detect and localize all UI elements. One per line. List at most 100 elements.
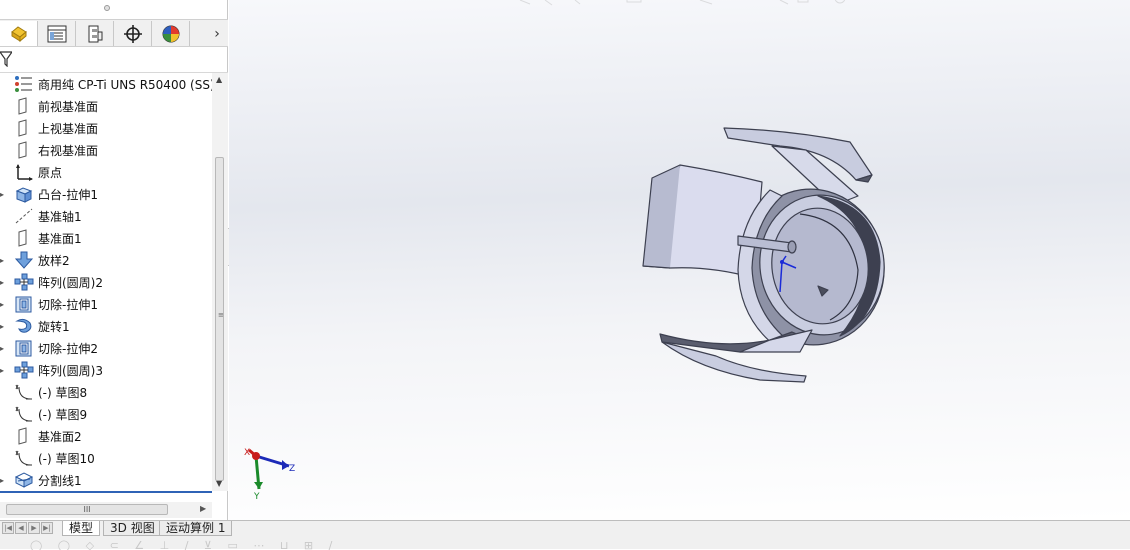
heads-up-toolbar[interactable] bbox=[519, 0, 846, 6]
model-part[interactable] bbox=[642, 127, 894, 383]
tree-item-label: 旋转1 bbox=[38, 320, 70, 334]
last-tab-icon[interactable]: ▶| bbox=[41, 522, 53, 534]
expand-arrow-icon[interactable]: ▸ bbox=[0, 300, 6, 309]
filter-icon[interactable] bbox=[0, 51, 12, 67]
expand-arrow-icon[interactable]: ▸ bbox=[0, 322, 6, 331]
tree-item[interactable]: (-) 草图10 bbox=[0, 447, 212, 469]
tree-item[interactable]: (-) 草图9 bbox=[0, 403, 212, 425]
dimxpert-icon bbox=[123, 24, 142, 43]
tree-item[interactable]: ▸ 放样2 bbox=[0, 249, 212, 271]
view-orientation-triad[interactable]: X Z Y bbox=[244, 448, 295, 502]
tree-item-label: 右视基准面 bbox=[38, 144, 99, 158]
sketch-icon bbox=[14, 405, 34, 423]
expand-arrow-icon[interactable]: ▸ bbox=[0, 256, 6, 265]
feature-manager-panel: › 商用纯 CP-Ti UNS R50400 (SS) 前视基准面上视基准面右视基… bbox=[0, 0, 228, 520]
tree-item-label: 阵列(圆周)3 bbox=[38, 364, 103, 378]
model-canvas[interactable]: X Z Y bbox=[229, 0, 1130, 520]
tree-item[interactable]: 右视基准面 bbox=[0, 139, 212, 161]
material-icon bbox=[14, 75, 34, 93]
tab-featuremanager[interactable] bbox=[0, 21, 38, 46]
manager-tabbar: › bbox=[0, 19, 228, 47]
tree-item-label: 凸台-拉伸1 bbox=[38, 188, 98, 202]
tree-item-label: 阵列(圆周)2 bbox=[38, 276, 103, 290]
tree-item[interactable]: 原点 bbox=[0, 161, 212, 183]
horizontal-scroll-thumb[interactable]: III bbox=[6, 504, 168, 515]
tree-item[interactable]: ▸ 分割线1 bbox=[0, 469, 212, 491]
tree-item[interactable]: ▸ 阵列(圆周)3 bbox=[0, 359, 212, 381]
plane-icon bbox=[14, 119, 34, 137]
tree-item[interactable]: 基准轴1 bbox=[0, 205, 212, 227]
tree-item-label: 上视基准面 bbox=[38, 122, 99, 136]
axis-icon bbox=[14, 207, 34, 225]
tree-item-label: 基准面1 bbox=[38, 232, 82, 246]
tab-displaymanager[interactable] bbox=[152, 21, 190, 46]
expand-arrow-icon[interactable]: ▸ bbox=[0, 366, 6, 375]
triad-z-label: Z bbox=[289, 464, 295, 474]
tree-item-label: 分割线1 bbox=[38, 474, 82, 488]
tree-item[interactable]: ▸ 凸台-拉伸1 bbox=[0, 183, 212, 205]
graphics-viewport[interactable]: X Z Y bbox=[229, 0, 1130, 520]
tab-propertymanager[interactable] bbox=[38, 21, 76, 46]
vertical-scroll-thumb[interactable]: ≡ bbox=[215, 157, 224, 481]
tab-3d-view[interactable]: 3D 视图 bbox=[103, 521, 162, 536]
featuremanager-icon bbox=[10, 25, 27, 42]
expand-arrow-icon[interactable]: ▸ bbox=[0, 190, 6, 199]
tree-bottom-divider bbox=[0, 491, 212, 493]
scroll-down-icon[interactable]: ▼ bbox=[216, 479, 222, 488]
plane-icon bbox=[14, 229, 34, 247]
tabs-more-button[interactable]: › bbox=[208, 23, 226, 45]
tree-item[interactable]: ▸ 切除-拉伸2 bbox=[0, 337, 212, 359]
tree-item[interactable]: 商用纯 CP-Ti UNS R50400 (SS) bbox=[0, 73, 212, 95]
tree-item-label: (-) 草图8 bbox=[38, 386, 88, 400]
prev-tab-icon[interactable]: ◀ bbox=[15, 522, 27, 534]
tree-item-label: 基准面2 bbox=[38, 430, 82, 444]
triad-y-label: Y bbox=[253, 492, 260, 502]
tree-item-label: 商用纯 CP-Ti UNS R50400 (SS) bbox=[38, 78, 212, 92]
expand-arrow-icon[interactable]: ▸ bbox=[0, 278, 6, 287]
tab-navigation-buttons: |◀ ◀ ▶ ▶| bbox=[2, 522, 54, 535]
plane-icon bbox=[14, 141, 34, 159]
tree-item-label: 基准轴1 bbox=[38, 210, 82, 224]
tab-model[interactable]: 模型 bbox=[62, 521, 101, 536]
grip-dot-icon bbox=[104, 5, 110, 11]
plane-icon bbox=[14, 427, 34, 445]
next-tab-icon[interactable]: ▶ bbox=[28, 522, 40, 534]
tree-item[interactable]: (-) 草图8 bbox=[0, 381, 212, 403]
tab-configurationmanager[interactable] bbox=[76, 21, 114, 46]
scroll-grip-icon: ≡ bbox=[218, 311, 224, 319]
tree-item[interactable]: ▸ 旋转1 bbox=[0, 315, 212, 337]
scroll-right-icon[interactable]: ▶ bbox=[200, 504, 206, 513]
tab-dimxpert[interactable] bbox=[114, 21, 152, 46]
tree-item-label: (-) 草图9 bbox=[38, 408, 88, 422]
tree-item[interactable]: 上视基准面 bbox=[0, 117, 212, 139]
boss-extrude-icon bbox=[14, 185, 34, 203]
tree-horizontal-scrollbar[interactable]: III ▶ bbox=[0, 502, 212, 518]
sketch-icon bbox=[14, 449, 34, 467]
cut-extrude-icon bbox=[14, 295, 34, 313]
tree-vertical-scrollbar[interactable]: ▲ ≡ ▼ bbox=[212, 73, 228, 491]
tab-motion-study[interactable]: 运动算例 1 bbox=[159, 521, 233, 536]
tree-item[interactable]: ▸ 切除-拉伸1 bbox=[0, 293, 212, 315]
first-tab-icon[interactable]: |◀ bbox=[2, 522, 14, 534]
tree-item[interactable]: ▸ 阵列(圆周)2 bbox=[0, 271, 212, 293]
tree-item[interactable]: 前视基准面 bbox=[0, 95, 212, 117]
loft-icon bbox=[14, 251, 34, 269]
status-toolbar-ghost: ◯ ◯ ◇ ⊂ ∠ ⊥ ∕ ⊻ ▭ ⋯ ⊔ ⊞ ∕ bbox=[30, 539, 339, 550]
panel-grip[interactable] bbox=[0, 0, 228, 18]
scroll-up-icon[interactable]: ▲ bbox=[216, 75, 222, 84]
expand-arrow-icon[interactable]: ▸ bbox=[0, 476, 6, 485]
displaymanager-icon bbox=[162, 25, 179, 42]
configurationmanager-icon bbox=[88, 25, 102, 42]
filter-bar[interactable] bbox=[0, 47, 228, 73]
tree-item[interactable]: 基准面1 bbox=[0, 227, 212, 249]
bottom-tabbar: |◀ ◀ ▶ ▶| 模型 3D 视图 运动算例 1 ◯ ◯ ◇ ⊂ ∠ ⊥ ∕ … bbox=[0, 520, 1130, 550]
revolve-icon bbox=[14, 317, 34, 335]
expand-arrow-icon[interactable]: ▸ bbox=[0, 344, 6, 353]
cut-extrude-icon bbox=[14, 339, 34, 357]
tree-item-label: 切除-拉伸1 bbox=[38, 298, 98, 312]
tree-item[interactable]: 基准面2 bbox=[0, 425, 212, 447]
origin-icon bbox=[14, 163, 34, 181]
split-line-icon bbox=[14, 471, 34, 489]
tree-item-label: 前视基准面 bbox=[38, 100, 99, 114]
tree-item-label: (-) 草图10 bbox=[38, 452, 95, 466]
